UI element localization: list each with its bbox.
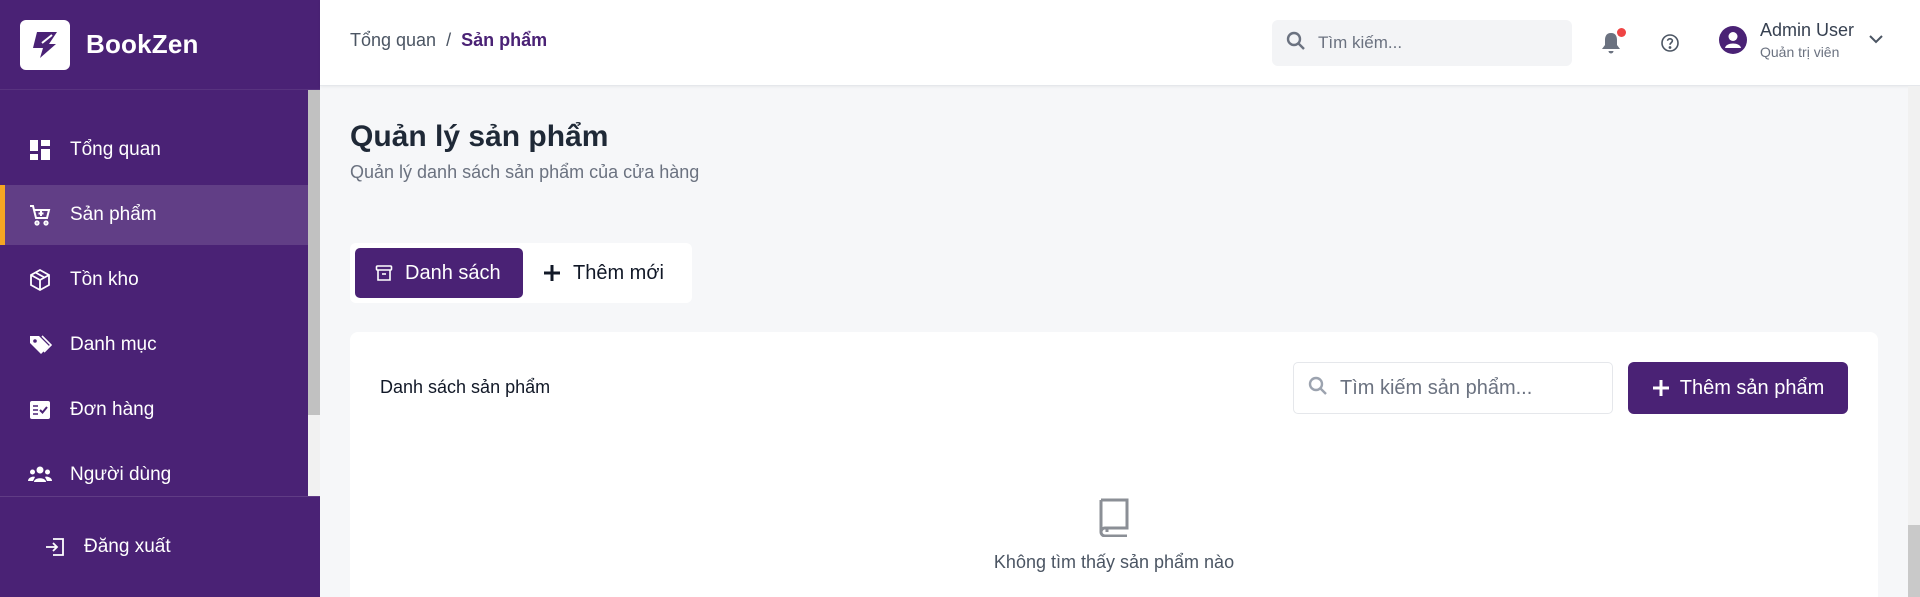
breadcrumb-parent-link[interactable]: Tổng quan bbox=[350, 30, 436, 51]
sidebar-item-label: Người dùng bbox=[70, 464, 172, 485]
sidebar-item-inventory[interactable]: Tồn kho bbox=[0, 250, 308, 310]
user-avatar-icon bbox=[1718, 25, 1748, 55]
search-icon bbox=[1308, 376, 1328, 401]
breadcrumb-current: Sản phẩm bbox=[461, 30, 548, 50]
notification-dot bbox=[1617, 28, 1626, 37]
product-search[interactable] bbox=[1293, 362, 1613, 414]
sidebar-item-label: Tổng quan bbox=[70, 139, 161, 160]
user-role: Quản trị viên bbox=[1760, 44, 1840, 60]
page-scrollbar-thumb[interactable] bbox=[1908, 525, 1920, 597]
brand-name: BookZen bbox=[86, 29, 199, 59]
tab-label: Danh sách bbox=[405, 261, 501, 284]
tab-label: Thêm mới bbox=[573, 261, 664, 284]
plus-icon bbox=[1652, 379, 1670, 397]
view-tabs: Danh sách Thêm mới bbox=[350, 243, 692, 303]
sidebar-item-dashboard[interactable]: Tổng quan bbox=[0, 120, 308, 180]
cart-icon bbox=[28, 203, 52, 227]
main-content: Quản lý sản phẩm Quản lý danh sách sản p… bbox=[320, 86, 1908, 597]
add-product-button[interactable]: Thêm sản phẩm bbox=[1628, 362, 1848, 414]
box-icon bbox=[28, 268, 52, 292]
sidebar-item-products[interactable]: Sản phẩm bbox=[0, 185, 308, 245]
sidebar-scrollbar-thumb[interactable] bbox=[308, 90, 320, 415]
logout-button[interactable]: Đăng xuất bbox=[0, 496, 320, 597]
book-icon bbox=[1097, 497, 1131, 542]
search-icon bbox=[1286, 31, 1306, 56]
empty-state-text: Không tìm thấy sản phẩm nào bbox=[993, 552, 1235, 572]
sidebar: BookZen Tổng quan Sản phẩm Tồn kho Danh … bbox=[0, 0, 320, 597]
checklist-icon bbox=[28, 398, 52, 422]
breadcrumb: Tổng quan / Sản phẩm bbox=[350, 30, 547, 51]
breadcrumb-separator: / bbox=[446, 30, 452, 50]
sidebar-item-label: Đơn hàng bbox=[70, 399, 155, 420]
user-menu[interactable]: Admin User Quản trị viên bbox=[1718, 20, 1884, 60]
sidebar-nav: Tổng quan Sản phẩm Tồn kho Danh mục Đơn … bbox=[0, 120, 308, 510]
header-search[interactable] bbox=[1272, 20, 1572, 66]
tab-list[interactable]: Danh sách bbox=[355, 248, 523, 298]
product-search-input[interactable] bbox=[1340, 376, 1600, 400]
logout-icon bbox=[44, 536, 66, 558]
user-info: Admin User Quản trị viên bbox=[1760, 20, 1854, 60]
sidebar-item-label: Danh mục bbox=[70, 334, 157, 355]
user-name: Admin User bbox=[1760, 20, 1855, 40]
page-subtitle: Quản lý danh sách sản phẩm của cửa hàng bbox=[350, 162, 700, 182]
header-search-input[interactable] bbox=[1318, 33, 1558, 53]
brand-logo-icon bbox=[20, 19, 70, 70]
sidebar-item-categories[interactable]: Danh mục bbox=[0, 315, 308, 375]
page-scrollbar[interactable] bbox=[1908, 86, 1920, 597]
brand[interactable]: BookZen bbox=[0, 0, 320, 90]
product-list-card: Danh sách sản phẩm Thêm sản phẩm Không t… bbox=[350, 332, 1878, 597]
notification-bell-icon[interactable] bbox=[1600, 28, 1626, 55]
add-product-label: Thêm sản phẩm bbox=[1679, 376, 1825, 399]
logout-label: Đăng xuất bbox=[84, 536, 171, 557]
sidebar-item-label: Sản phẩm bbox=[70, 204, 157, 225]
sidebar-item-label: Tồn kho bbox=[70, 269, 139, 290]
chevron-down-icon bbox=[1868, 31, 1884, 49]
archive-icon bbox=[375, 264, 393, 282]
tab-add-new[interactable]: Thêm mới bbox=[523, 248, 684, 298]
help-icon[interactable] bbox=[1660, 33, 1680, 53]
page-title: Quản lý sản phẩm bbox=[350, 120, 609, 153]
card-title: Danh sách sản phẩm bbox=[380, 377, 551, 397]
sidebar-item-orders[interactable]: Đơn hàng bbox=[0, 380, 308, 440]
tags-icon bbox=[28, 333, 52, 357]
top-header: Tổng quan / Sản phẩm Admin User Quản trị… bbox=[320, 0, 1920, 86]
plus-icon bbox=[543, 264, 561, 282]
users-icon bbox=[28, 463, 52, 487]
dashboard-icon bbox=[28, 138, 52, 162]
